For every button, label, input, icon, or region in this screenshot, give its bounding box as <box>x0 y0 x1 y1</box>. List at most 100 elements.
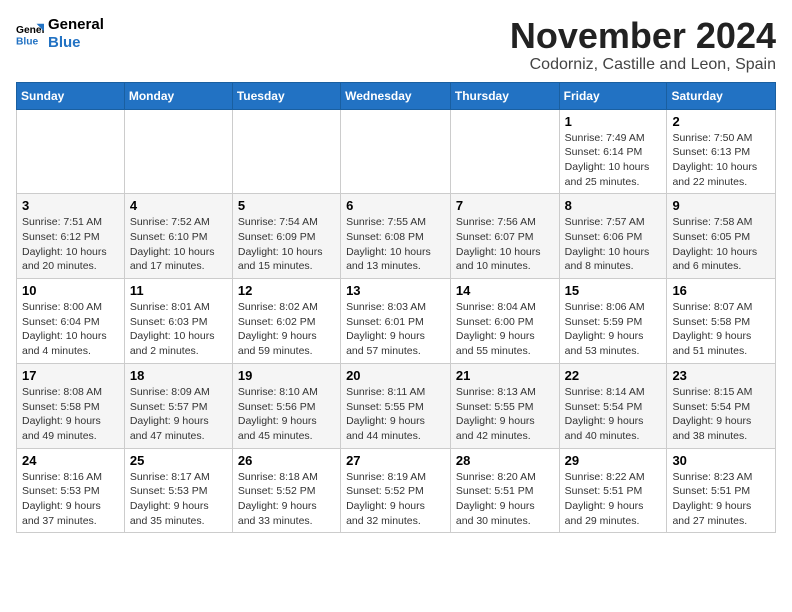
month-year-title: November 2024 <box>510 16 776 56</box>
calendar-cell: 19 Sunrise: 8:10 AMSunset: 5:56 PMDayligh… <box>232 363 340 448</box>
calendar-cell: 27 Sunrise: 8:19 AMSunset: 5:52 PMDayligh… <box>341 448 451 533</box>
day-info: Sunrise: 8:06 AMSunset: 5:59 PMDaylight:… <box>565 300 662 359</box>
day-info: Sunrise: 8:10 AMSunset: 5:56 PMDaylight:… <box>238 385 335 444</box>
calendar-week-4: 17Sunrise: 8:08 AMSunset: 5:58 PMDayligh… <box>17 363 776 448</box>
logo-general: General <box>48 16 104 34</box>
day-info: Sunrise: 8:02 AMSunset: 6:02 PMDaylight:… <box>238 300 335 359</box>
day-info: Sunrise: 7:56 AMSunset: 6:07 PMDaylight:… <box>456 215 554 274</box>
day-number: 5 <box>238 198 335 213</box>
day-info: Sunrise: 8:04 AMSunset: 6:00 PMDaylight:… <box>456 300 554 359</box>
day-info: Sunrise: 7:54 AMSunset: 6:09 PMDaylight:… <box>238 215 335 274</box>
day-info: Sunrise: 8:19 AMSunset: 5:52 PMDaylight:… <box>346 470 445 529</box>
day-info: Sunrise: 8:14 AMSunset: 5:54 PMDaylight:… <box>565 385 662 444</box>
calendar-cell: 10 Sunrise: 8:00 AMSunset: 6:04 PMDayligh… <box>17 279 125 364</box>
day-number: 4 <box>130 198 227 213</box>
calendar-week-3: 10 Sunrise: 8:00 AMSunset: 6:04 PMDayligh… <box>17 279 776 364</box>
day-number: 24 <box>22 453 119 468</box>
day-number: 27 <box>346 453 445 468</box>
day-number: 30 <box>672 453 770 468</box>
day-number: 17 <box>22 368 119 383</box>
day-info: Sunrise: 8:16 AMSunset: 5:53 PMDaylight:… <box>22 470 119 529</box>
calendar-cell: 24 Sunrise: 8:16 AMSunset: 5:53 PMDayligh… <box>17 448 125 533</box>
calendar-cell: 12 Sunrise: 8:02 AMSunset: 6:02 PMDayligh… <box>232 279 340 364</box>
day-info: Sunrise: 8:15 AMSunset: 5:54 PMDaylight:… <box>672 385 770 444</box>
page-header: General Blue General Blue November 2024 … <box>16 16 776 74</box>
day-number: 19 <box>238 368 335 383</box>
calendar-table: SundayMondayTuesdayWednesdayThursdayFrid… <box>16 82 776 534</box>
calendar-cell: 5 Sunrise: 7:54 AMSunset: 6:09 PMDaylight… <box>232 194 340 279</box>
day-number: 21 <box>456 368 554 383</box>
calendar-cell: 6 Sunrise: 7:55 AMSunset: 6:08 PMDaylight… <box>341 194 451 279</box>
calendar-cell: 2Sunrise: 7:50 AMSunset: 6:13 PMDaylight… <box>667 109 776 194</box>
day-number: 25 <box>130 453 227 468</box>
calendar-cell: 16 Sunrise: 8:07 AMSunset: 5:58 PMDayligh… <box>667 279 776 364</box>
day-number: 7 <box>456 198 554 213</box>
day-info: Sunrise: 7:50 AMSunset: 6:13 PMDaylight:… <box>672 131 770 190</box>
day-info: Sunrise: 8:22 AMSunset: 5:51 PMDaylight:… <box>565 470 662 529</box>
day-info: Sunrise: 7:49 AMSunset: 6:14 PMDaylight:… <box>565 131 662 190</box>
calendar-cell <box>232 109 340 194</box>
calendar-cell: 23 Sunrise: 8:15 AMSunset: 5:54 PMDayligh… <box>667 363 776 448</box>
day-number: 3 <box>22 198 119 213</box>
calendar-cell: 20Sunrise: 8:11 AMSunset: 5:55 PMDayligh… <box>341 363 451 448</box>
day-number: 12 <box>238 283 335 298</box>
calendar-week-1: 1Sunrise: 7:49 AMSunset: 6:14 PMDaylight… <box>17 109 776 194</box>
day-header-tuesday: Tuesday <box>232 82 340 109</box>
day-info: Sunrise: 7:51 AMSunset: 6:12 PMDaylight:… <box>22 215 119 274</box>
calendar-cell: 28Sunrise: 8:20 AMSunset: 5:51 PMDayligh… <box>450 448 559 533</box>
day-info: Sunrise: 8:20 AMSunset: 5:51 PMDaylight:… <box>456 470 554 529</box>
calendar-cell: 7 Sunrise: 7:56 AMSunset: 6:07 PMDaylight… <box>450 194 559 279</box>
day-number: 23 <box>672 368 770 383</box>
calendar-cell: 3 Sunrise: 7:51 AMSunset: 6:12 PMDaylight… <box>17 194 125 279</box>
day-info: Sunrise: 8:07 AMSunset: 5:58 PMDaylight:… <box>672 300 770 359</box>
title-block: November 2024 Codorniz, Castille and Leo… <box>510 16 776 74</box>
day-number: 11 <box>130 283 227 298</box>
calendar-cell: 26Sunrise: 8:18 AMSunset: 5:52 PMDayligh… <box>232 448 340 533</box>
calendar-cell: 8 Sunrise: 7:57 AMSunset: 6:06 PMDaylight… <box>559 194 667 279</box>
day-number: 22 <box>565 368 662 383</box>
day-info: Sunrise: 8:09 AMSunset: 5:57 PMDaylight:… <box>130 385 227 444</box>
day-number: 13 <box>346 283 445 298</box>
day-info: Sunrise: 7:52 AMSunset: 6:10 PMDaylight:… <box>130 215 227 274</box>
location-subtitle: Codorniz, Castille and Leon, Spain <box>510 56 776 74</box>
day-info: Sunrise: 7:58 AMSunset: 6:05 PMDaylight:… <box>672 215 770 274</box>
day-header-monday: Monday <box>124 82 232 109</box>
calendar-cell: 13 Sunrise: 8:03 AMSunset: 6:01 PMDayligh… <box>341 279 451 364</box>
day-info: Sunrise: 8:13 AMSunset: 5:55 PMDaylight:… <box>456 385 554 444</box>
day-number: 29 <box>565 453 662 468</box>
day-number: 8 <box>565 198 662 213</box>
calendar-week-2: 3 Sunrise: 7:51 AMSunset: 6:12 PMDaylight… <box>17 194 776 279</box>
calendar-cell: 21 Sunrise: 8:13 AMSunset: 5:55 PMDayligh… <box>450 363 559 448</box>
calendar-cell: 1Sunrise: 7:49 AMSunset: 6:14 PMDaylight… <box>559 109 667 194</box>
day-number: 10 <box>22 283 119 298</box>
day-info: Sunrise: 8:17 AMSunset: 5:53 PMDaylight:… <box>130 470 227 529</box>
calendar-cell <box>450 109 559 194</box>
day-info: Sunrise: 7:55 AMSunset: 6:08 PMDaylight:… <box>346 215 445 274</box>
day-number: 18 <box>130 368 227 383</box>
day-number: 16 <box>672 283 770 298</box>
day-header-thursday: Thursday <box>450 82 559 109</box>
calendar-cell <box>341 109 451 194</box>
logo: General Blue General Blue <box>16 16 104 52</box>
logo-icon: General Blue <box>16 20 44 48</box>
day-number: 6 <box>346 198 445 213</box>
logo-blue: Blue <box>48 34 104 52</box>
calendar-cell: 25 Sunrise: 8:17 AMSunset: 5:53 PMDayligh… <box>124 448 232 533</box>
calendar-cell: 18 Sunrise: 8:09 AMSunset: 5:57 PMDayligh… <box>124 363 232 448</box>
calendar-cell: 14Sunrise: 8:04 AMSunset: 6:00 PMDayligh… <box>450 279 559 364</box>
day-number: 20 <box>346 368 445 383</box>
day-info: Sunrise: 8:18 AMSunset: 5:52 PMDaylight:… <box>238 470 335 529</box>
calendar-cell: 22 Sunrise: 8:14 AMSunset: 5:54 PMDayligh… <box>559 363 667 448</box>
day-header-sunday: Sunday <box>17 82 125 109</box>
day-info: Sunrise: 8:00 AMSunset: 6:04 PMDaylight:… <box>22 300 119 359</box>
svg-text:Blue: Blue <box>16 36 39 47</box>
day-number: 9 <box>672 198 770 213</box>
day-info: Sunrise: 7:57 AMSunset: 6:06 PMDaylight:… <box>565 215 662 274</box>
day-info: Sunrise: 8:03 AMSunset: 6:01 PMDaylight:… <box>346 300 445 359</box>
calendar-cell: 15Sunrise: 8:06 AMSunset: 5:59 PMDayligh… <box>559 279 667 364</box>
calendar-cell: 4 Sunrise: 7:52 AMSunset: 6:10 PMDaylight… <box>124 194 232 279</box>
calendar-week-5: 24 Sunrise: 8:16 AMSunset: 5:53 PMDayligh… <box>17 448 776 533</box>
calendar-cell <box>124 109 232 194</box>
calendar-cell: 29 Sunrise: 8:22 AMSunset: 5:51 PMDayligh… <box>559 448 667 533</box>
calendar-cell: 11Sunrise: 8:01 AMSunset: 6:03 PMDayligh… <box>124 279 232 364</box>
